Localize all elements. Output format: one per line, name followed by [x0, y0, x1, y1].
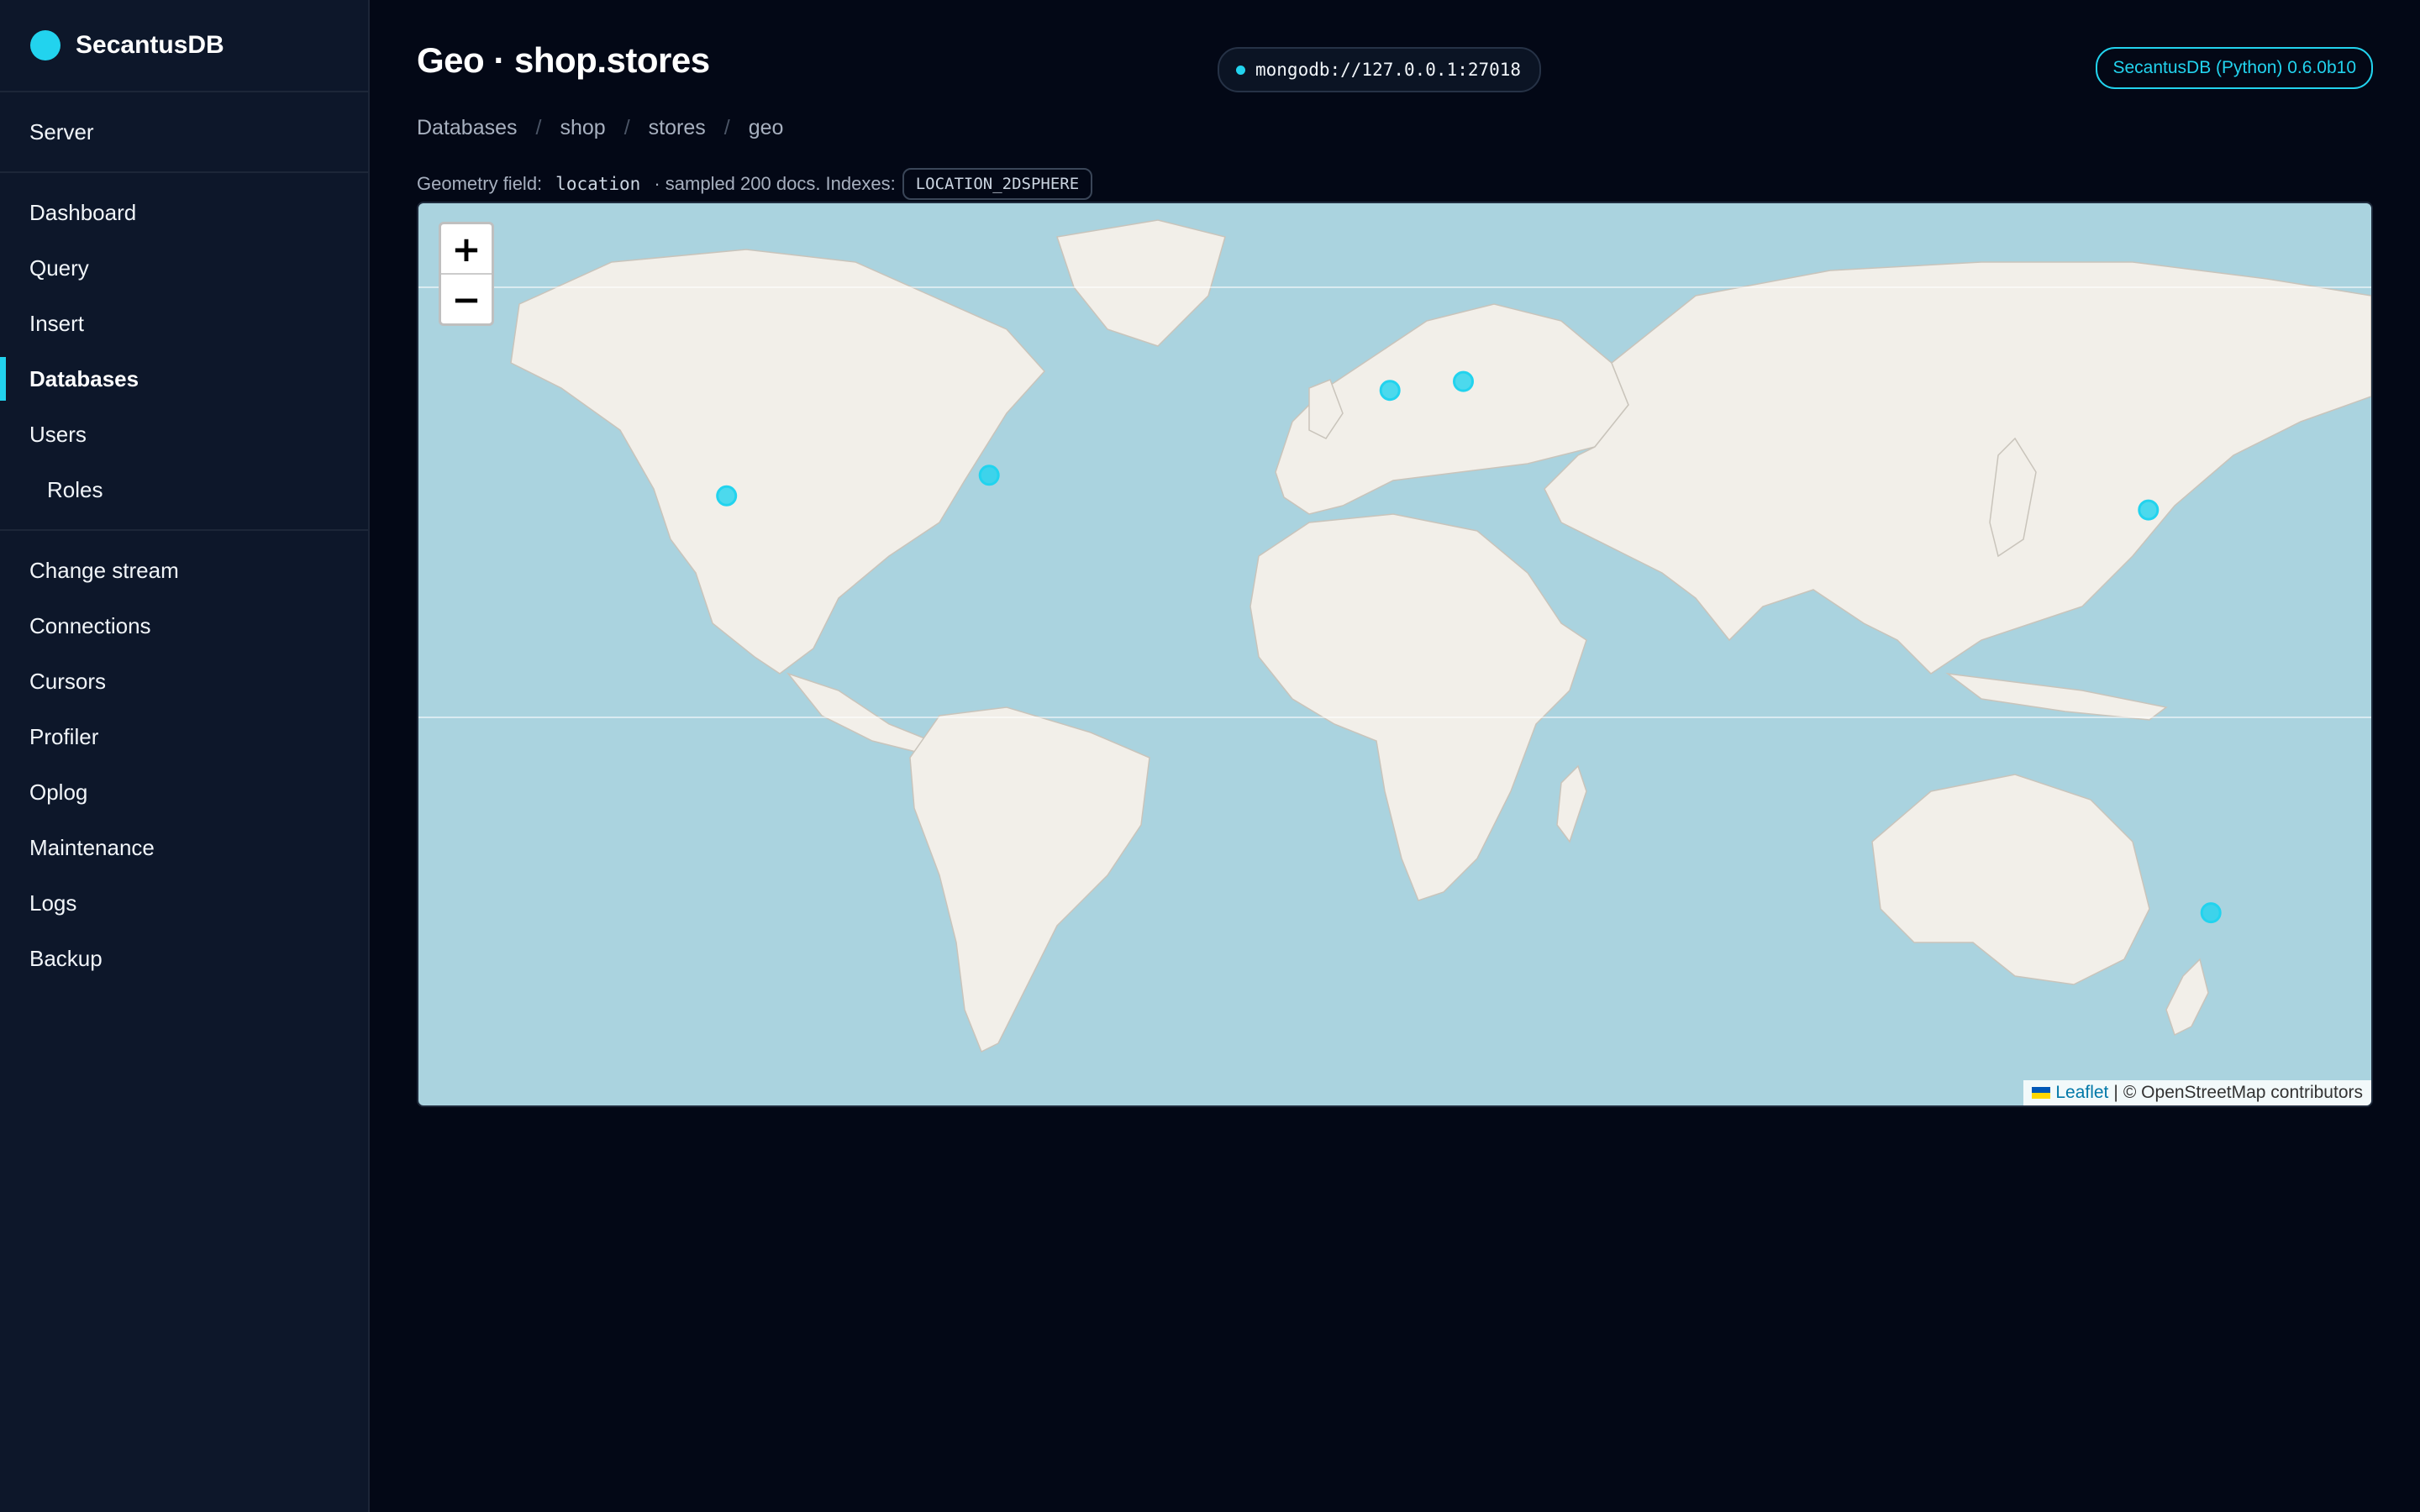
land-indonesia [1945, 672, 2168, 721]
sidebar-item-roles[interactable]: Roles [0, 462, 368, 517]
breadcrumb-shop[interactable]: shop [560, 116, 605, 140]
land-new-zealand [2165, 958, 2209, 1037]
world-map-svg [418, 219, 2371, 1053]
breadcrumb: Databases / shop / stores / geo [417, 116, 783, 140]
geometry-field-label: Geometry field: [417, 173, 543, 194]
zoom-in-button[interactable]: + [441, 224, 492, 275]
sidebar-item-maintenance[interactable]: Maintenance [0, 820, 368, 875]
land-australia [1871, 774, 2150, 985]
land-africa [1249, 513, 1587, 901]
brand-logo-icon [30, 30, 60, 60]
land-asia [1544, 261, 2371, 675]
zoom-out-button[interactable]: − [441, 275, 492, 323]
osm-attribution-text: © OpenStreetMap contributors [2123, 1083, 2363, 1102]
main-content: Geo · shop.stores mongodb://127.0.0.1:27… [370, 0, 2420, 1512]
land-central-america [786, 672, 933, 754]
sidebar-item-server[interactable]: Server [0, 104, 368, 160]
sidebar-item-cursors[interactable]: Cursors [0, 654, 368, 709]
connection-status-icon [1236, 65, 1245, 75]
sidebar-item-query[interactable]: Query [0, 240, 368, 296]
sidebar-item-logs[interactable]: Logs [0, 875, 368, 931]
land-madagascar [1556, 764, 1587, 843]
ukraine-flag-icon [2032, 1087, 2051, 1099]
land-layer [510, 219, 2371, 1053]
land-north-america [510, 249, 1046, 675]
map-marker[interactable] [1453, 370, 1474, 392]
sidebar-item-change-stream[interactable]: Change stream [0, 543, 368, 598]
map-marker[interactable] [2138, 499, 2160, 521]
connection-pill[interactable]: mongodb://127.0.0.1:27018 [1218, 47, 1542, 92]
geo-info: Geometry field: location · sampled 200 d… [417, 168, 1093, 200]
map-marker[interactable] [716, 485, 738, 507]
brand-name: SecantusDB [76, 31, 224, 59]
brand[interactable]: SecantusDB [0, 0, 368, 92]
land-greenland [1056, 219, 1226, 347]
connection-string: mongodb://127.0.0.1:27018 [1255, 60, 1522, 80]
land-south-america [909, 706, 1150, 1053]
sidebar-item-connections[interactable]: Connections [0, 598, 368, 654]
page-title: Geo · shop.stores [417, 40, 710, 80]
sidebar-item-users[interactable]: Users [0, 407, 368, 462]
sidebar-item-databases[interactable]: Databases [0, 351, 368, 407]
breadcrumb-stores[interactable]: stores [649, 116, 706, 140]
sidebar-item-insert[interactable]: Insert [0, 296, 368, 351]
version-badge: SecantusDB (Python) 0.6.0b10 [2096, 47, 2373, 89]
sidebar-item-backup[interactable]: Backup [0, 931, 368, 986]
sidebar-item-profiler[interactable]: Profiler [0, 709, 368, 764]
sampled-docs-text: · sampled 200 docs. Indexes: [654, 173, 896, 194]
leaflet-link[interactable]: Leaflet [2055, 1083, 2108, 1103]
breadcrumb-separator: / [723, 116, 730, 139]
nav-group-ops: Change stream Connections Cursors Profil… [0, 531, 368, 998]
map-marker[interactable] [2200, 902, 2222, 924]
map-marker[interactable] [1379, 380, 1401, 402]
zoom-control: + − [439, 222, 494, 326]
nav-group-server: Server [0, 92, 368, 173]
map-marker[interactable] [978, 465, 1000, 486]
breadcrumb-databases[interactable]: Databases [417, 116, 518, 140]
breadcrumb-separator: / [623, 116, 630, 139]
sidebar-item-dashboard[interactable]: Dashboard [0, 185, 368, 240]
breadcrumb-separator: / [535, 116, 542, 139]
geometry-field-name: location [555, 174, 641, 194]
nav-group-data: Dashboard Query Insert Databases Users R… [0, 173, 368, 531]
breadcrumb-geo: geo [748, 116, 784, 139]
map-attribution: Leaflet | © OpenStreetMap contributors [2023, 1080, 2371, 1105]
sidebar-item-oplog[interactable]: Oplog [0, 764, 368, 820]
sidebar-nav: Server Dashboard Query Insert Databases … [0, 92, 368, 998]
geo-map[interactable]: + − Leaflet | © OpenStreetMap contributo… [417, 202, 2373, 1107]
sidebar: SecantusDB Server Dashboard Query Insert… [0, 0, 370, 1512]
attribution-separator: | [2113, 1083, 2118, 1102]
index-badge: LOCATION_2DSPHERE [902, 168, 1093, 200]
